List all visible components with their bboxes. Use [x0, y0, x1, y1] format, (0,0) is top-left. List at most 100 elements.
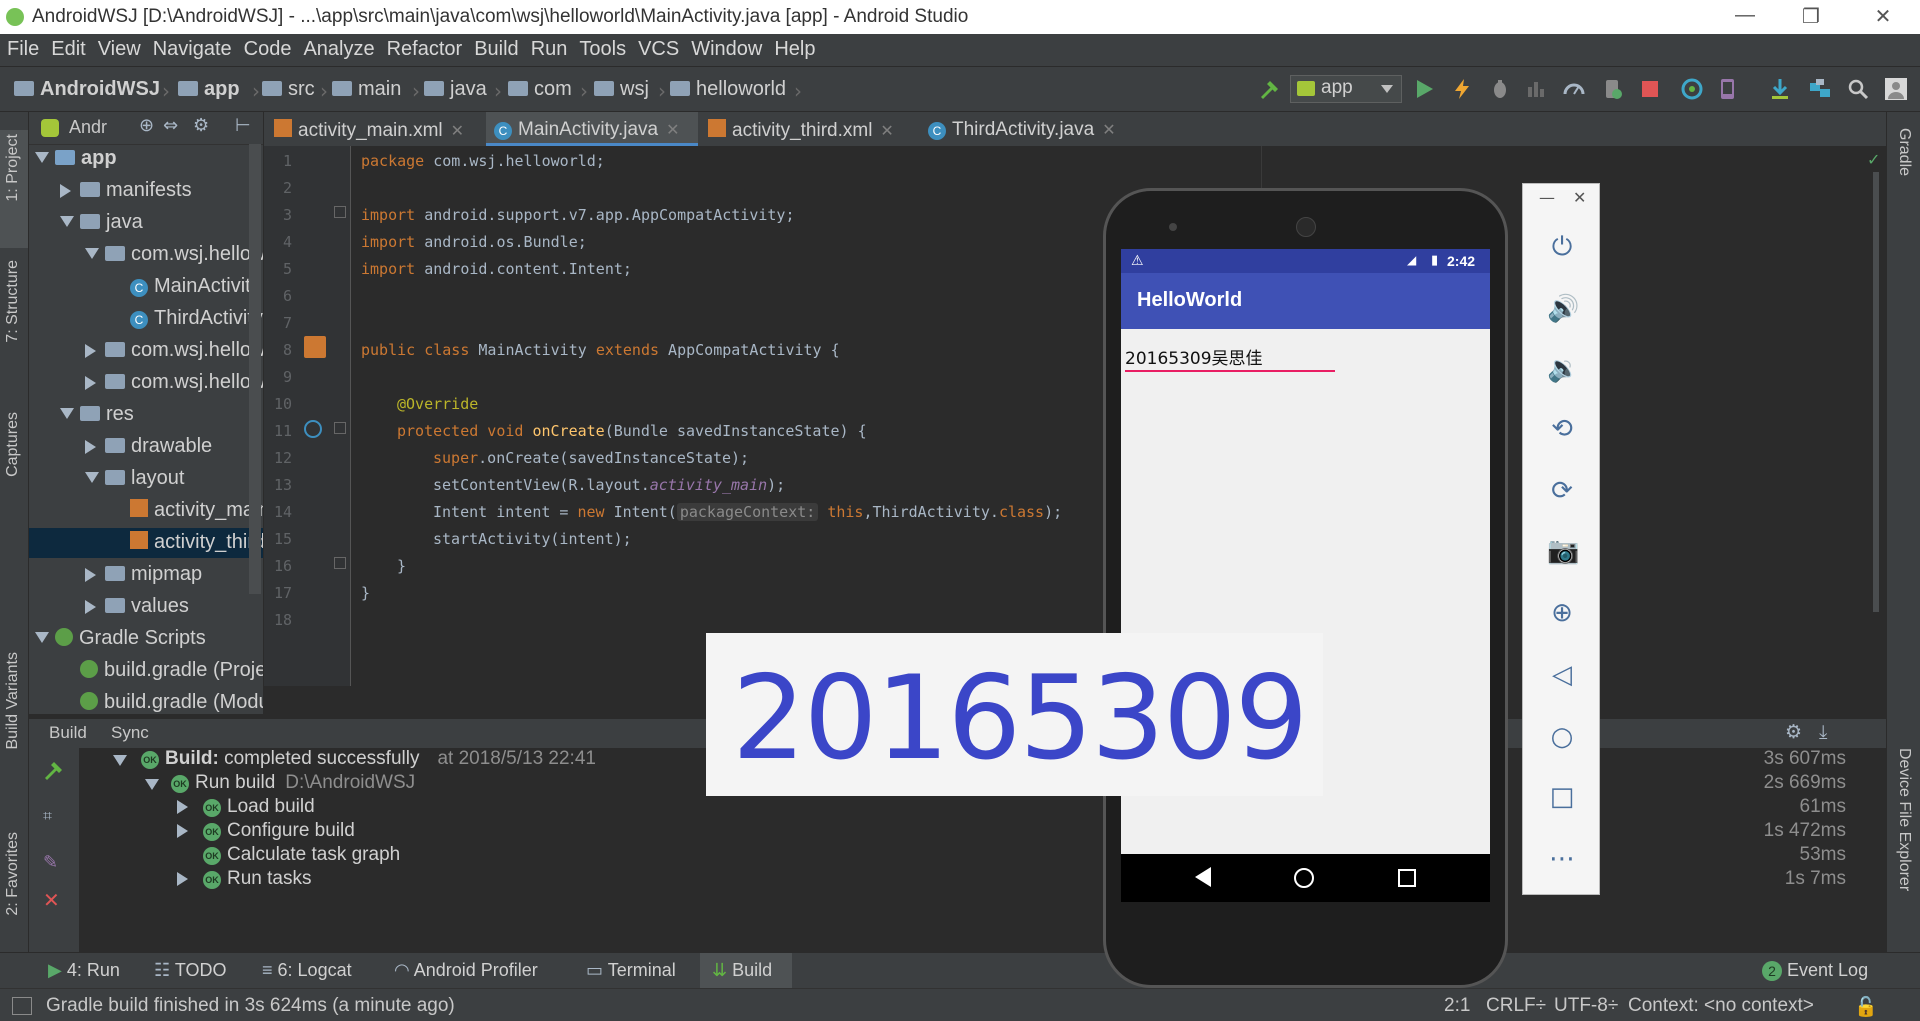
tab-structure[interactable]: 7: Structure [4, 260, 22, 343]
toggle-view-icon[interactable]: ⌗ [43, 806, 52, 826]
close-tab-icon[interactable]: ✕ [880, 123, 893, 140]
breadcrumb-project[interactable]: AndroidWSJ [14, 78, 160, 101]
menu-navigate[interactable]: Navigate [146, 34, 237, 61]
breadcrumb-wsj[interactable]: wsj [594, 78, 649, 101]
student-name-field[interactable]: 20165309吴思佳 [1125, 344, 1335, 372]
tab-run[interactable]: ▶ 4: Run [48, 960, 120, 981]
tree-item[interactable]: activity_third. [29, 528, 263, 558]
gear-icon[interactable]: ⚙ [193, 115, 209, 136]
tree-item[interactable]: app [29, 144, 263, 174]
tree-item[interactable]: com.wsj.hellowor [29, 336, 263, 366]
menu-analyze[interactable]: Analyze [296, 34, 379, 61]
restore-button[interactable]: ❐ [1786, 4, 1836, 30]
close-button[interactable]: ✕ [1858, 4, 1908, 30]
context-indicator[interactable]: Context: <no context> [1628, 995, 1814, 1017]
tab-favorites[interactable]: 2: Favorites [4, 832, 22, 916]
back-icon[interactable] [1195, 867, 1211, 887]
tree-item[interactable]: mipmap [29, 560, 263, 590]
breadcrumb-main[interactable]: main [332, 78, 401, 101]
close-tab-icon[interactable]: ✕ [1102, 122, 1115, 139]
expand-icon[interactable] [177, 872, 188, 886]
editor-scrollbar[interactable] [1873, 172, 1879, 612]
toggle-tool-windows-icon[interactable] [12, 997, 32, 1015]
close-tab-icon[interactable]: ✕ [451, 123, 464, 140]
collapse-all-icon[interactable]: ⇔ [163, 115, 178, 136]
build-tree-row[interactable]: OK Calculate task graph [93, 844, 400, 866]
menu-window[interactable]: Window [684, 34, 767, 61]
profile-icon[interactable] [1524, 77, 1548, 101]
tree-item[interactable]: values [29, 592, 263, 622]
fold-icon[interactable] [334, 422, 346, 434]
stop-icon[interactable] [1638, 77, 1662, 101]
debug-icon[interactable] [1488, 77, 1512, 101]
avd-manager-icon[interactable] [1716, 77, 1740, 101]
menu-tools[interactable]: Tools [572, 34, 631, 61]
override-marker-icon[interactable] [304, 420, 322, 438]
fold-icon[interactable] [334, 206, 346, 218]
tree-item[interactable]: build.gradle (Modul [29, 688, 263, 714]
tab-mainactivity-java[interactable]: C MainActivity.java ✕ [486, 112, 698, 146]
rotate-left-icon[interactable]: ⟲ [1547, 414, 1577, 444]
tab-build[interactable]: ⇊ Build [712, 960, 772, 981]
attach-debugger-icon[interactable] [1562, 77, 1586, 101]
menu-run[interactable]: Run [524, 34, 573, 61]
expand-icon[interactable] [85, 344, 96, 358]
tree-item[interactable]: build.gradle (Project [29, 656, 263, 686]
tab-android-profiler[interactable]: ◠ Android Profiler [394, 960, 538, 981]
expand-icon[interactable] [113, 755, 127, 766]
close-icon[interactable]: ✕ [43, 888, 60, 912]
build-tree-row[interactable]: OK Configure build [93, 820, 355, 842]
tab-gradle[interactable]: Gradle [1895, 128, 1913, 176]
minimize-button[interactable]: — [1720, 4, 1770, 30]
recents-icon[interactable] [1398, 869, 1416, 887]
hammer-icon[interactable] [42, 758, 66, 782]
breadcrumb-helloworld[interactable]: helloworld [670, 78, 786, 101]
line-separator[interactable]: CRLF÷ [1486, 995, 1546, 1017]
menu-file[interactable]: File [0, 34, 44, 61]
tree-item[interactable]: Gradle Scripts [29, 624, 263, 654]
tree-item[interactable]: C ThirdActivity [29, 304, 263, 334]
camera-icon[interactable]: 📷 [1547, 536, 1579, 566]
gear-icon[interactable]: ⚙ [1785, 721, 1802, 743]
file-encoding[interactable]: UTF-8÷ [1554, 995, 1618, 1017]
menu-help[interactable]: Help [767, 34, 820, 61]
home-icon[interactable] [1294, 868, 1314, 888]
tab-activity-third-xml[interactable]: activity_third.xml ✕ [708, 112, 918, 146]
tree-item[interactable]: activity_main. [29, 496, 263, 526]
minimize-icon[interactable]: — [1539, 188, 1555, 207]
expand-icon[interactable] [85, 376, 96, 390]
close-icon[interactable]: ✕ [1573, 188, 1586, 207]
expand-icon[interactable] [85, 600, 96, 614]
breadcrumb-com[interactable]: com [508, 78, 572, 101]
run-icon[interactable] [1412, 77, 1436, 101]
close-tab-icon[interactable]: ✕ [666, 122, 679, 139]
tab-todo[interactable]: ☷ TODO [154, 960, 227, 981]
hide-panel-icon[interactable]: ⊢ [235, 115, 251, 136]
build-tree-row[interactable]: OK Run tasks [93, 868, 311, 890]
tree-item[interactable]: layout [29, 464, 263, 494]
menu-code[interactable]: Code [237, 34, 297, 61]
overview-icon[interactable]: □ [1547, 782, 1577, 812]
tree-item[interactable]: drawable [29, 432, 263, 462]
fold-icon[interactable] [334, 557, 346, 569]
breadcrumb-src[interactable]: src [262, 78, 315, 101]
tree-item[interactable]: com.wsj.hellowor [29, 240, 263, 270]
collapse-icon[interactable] [85, 248, 99, 259]
build-tree-row[interactable]: OK Run build D:\AndroidWSJ [93, 772, 415, 794]
tab-logcat[interactable]: ≡ 6: Logcat [262, 960, 352, 981]
expand-icon[interactable] [177, 800, 188, 814]
tree-item[interactable]: java [29, 208, 263, 238]
account-icon[interactable] [1884, 77, 1908, 101]
expand-icon[interactable] [177, 824, 188, 838]
target-icon[interactable]: ⊕ [139, 115, 154, 136]
tree-item[interactable]: manifests [29, 176, 263, 206]
layout-marker-icon[interactable] [304, 336, 326, 358]
menu-refactor[interactable]: Refactor [380, 34, 468, 61]
build-subtab-build[interactable]: Build [49, 723, 87, 743]
apply-changes-icon[interactable] [1450, 77, 1474, 101]
expand-icon[interactable] [85, 440, 96, 454]
menu-vcs[interactable]: VCS [631, 34, 684, 61]
home-icon[interactable]: ○ [1547, 722, 1577, 752]
menu-edit[interactable]: Edit [44, 34, 90, 61]
tree-scrollbar[interactable] [249, 144, 261, 594]
